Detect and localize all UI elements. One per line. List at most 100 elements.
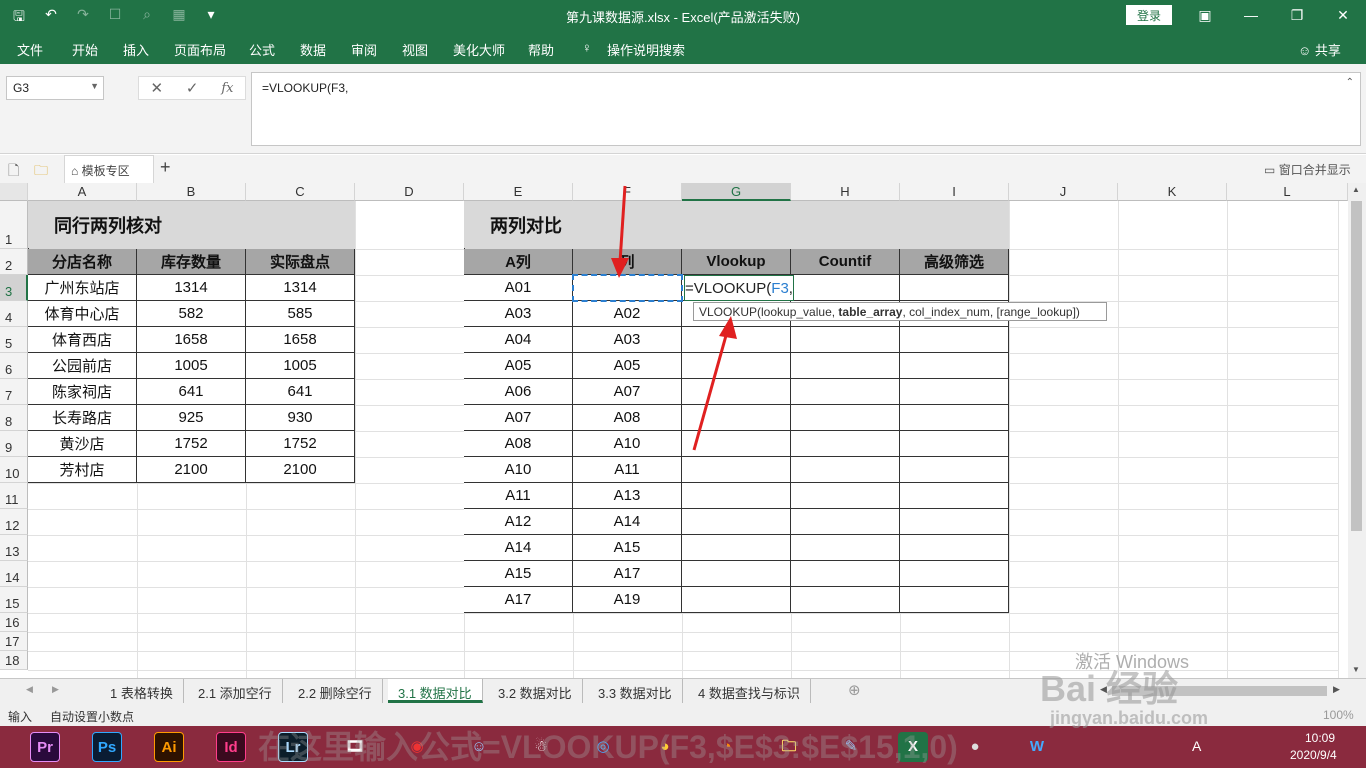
scroll-thumb[interactable] xyxy=(1351,201,1362,531)
indesign-icon[interactable]: Id xyxy=(216,732,246,762)
table2-cell-i[interactable] xyxy=(900,275,1009,301)
table1-cell[interactable]: 582 xyxy=(137,301,246,327)
table2-cell-i[interactable] xyxy=(900,327,1009,353)
table1-cell[interactable]: 1658 xyxy=(246,327,355,353)
tab-data[interactable]: 数据 xyxy=(300,40,326,59)
table2-cell-i[interactable] xyxy=(900,535,1009,561)
table2-cell-g[interactable] xyxy=(682,379,791,405)
table2-cell-i[interactable] xyxy=(900,509,1009,535)
wps-icon[interactable]: W xyxy=(1022,732,1052,762)
restore-icon[interactable]: ❐ xyxy=(1274,0,1320,32)
table2-cell-i[interactable] xyxy=(900,483,1009,509)
table2-cell-g[interactable] xyxy=(682,327,791,353)
row-header-13[interactable]: 13 xyxy=(0,535,28,561)
col-header-k[interactable]: K xyxy=(1118,183,1227,201)
tooltip-rest[interactable]: , col_index_num, [range_lookup]) xyxy=(902,305,1079,319)
table1-cell[interactable]: 公园前店 xyxy=(28,353,137,379)
table2-cell-e[interactable]: A14 xyxy=(464,535,573,561)
table2-cell-e[interactable]: A01 xyxy=(464,275,573,301)
table2-cell-f[interactable]: A02 xyxy=(573,301,682,327)
scroll-down-icon[interactable]: ▼ xyxy=(1352,665,1360,674)
cell-editor-g3[interactable]: =VLOOKUP(F3, xyxy=(684,275,794,301)
col-header-l[interactable]: L xyxy=(1227,183,1348,201)
tab-help[interactable]: 帮助 xyxy=(528,40,554,59)
table2-cell-i[interactable] xyxy=(900,431,1009,457)
name-box[interactable]: G3 ▼ xyxy=(6,76,104,100)
table1-cell[interactable]: 体育中心店 xyxy=(28,301,137,327)
table2-cell-i[interactable] xyxy=(900,561,1009,587)
spreadsheet-grid[interactable]: A B C D E F G H I J K L 1 2 3 4 5 6 7 8 … xyxy=(0,183,1366,678)
table2-cell-h[interactable] xyxy=(791,535,900,561)
row-header-3[interactable]: 3 xyxy=(0,275,28,301)
table1-cell[interactable]: 930 xyxy=(246,405,355,431)
table2-cell-i[interactable] xyxy=(900,457,1009,483)
row-header-4[interactable]: 4 xyxy=(0,301,28,327)
table2-cell-f[interactable]: A14 xyxy=(573,509,682,535)
col-header-i[interactable]: I xyxy=(900,183,1009,201)
table2-cell-e[interactable]: A06 xyxy=(464,379,573,405)
table1-header-branch-name[interactable]: 分店名称 xyxy=(28,249,137,275)
row-header-11[interactable]: 11 xyxy=(0,483,28,509)
table2-cell-g[interactable] xyxy=(682,431,791,457)
table1-cell[interactable]: 1752 xyxy=(246,431,355,457)
table1-cell[interactable]: 925 xyxy=(137,405,246,431)
row-header-16[interactable]: 16 xyxy=(0,613,28,632)
table2-cell-h[interactable] xyxy=(791,275,900,301)
sheet-tab[interactable]: 4 数据查找与标识 xyxy=(688,679,811,703)
row-header-9[interactable]: 9 xyxy=(0,431,28,457)
table2-cell-e[interactable]: A04 xyxy=(464,327,573,353)
table2-cell-g[interactable] xyxy=(682,509,791,535)
table2-cell-f[interactable]: A13 xyxy=(573,483,682,509)
sheet-tab[interactable]: 3.1 数据对比 xyxy=(388,679,483,703)
minimize-icon[interactable]: — xyxy=(1228,0,1274,32)
tab-template-zone[interactable]: ⌂ 模板专区 xyxy=(64,155,154,183)
add-sheet-icon[interactable]: ⊕ xyxy=(848,681,861,699)
tell-me-search[interactable]: 操作说明搜索 xyxy=(607,40,685,59)
table2-cell-f[interactable]: A11 xyxy=(573,457,682,483)
table2-cell-f[interactable]: A05 xyxy=(573,353,682,379)
table1-header-actual-count[interactable]: 实际盘点 xyxy=(246,249,355,275)
table2-cell-g[interactable] xyxy=(682,457,791,483)
row-header-10[interactable]: 10 xyxy=(0,457,28,483)
table2-cell-h[interactable] xyxy=(791,561,900,587)
tab-file[interactable]: 文件 xyxy=(17,40,43,59)
table1-cell[interactable]: 1005 xyxy=(137,353,246,379)
row-header-17[interactable]: 17 xyxy=(0,632,28,651)
table1-title[interactable]: 同行两列核对 xyxy=(28,201,355,249)
table1-cell[interactable]: 641 xyxy=(246,379,355,405)
row-header-7[interactable]: 7 xyxy=(0,379,28,405)
merge-window-button[interactable]: ▭ 窗口合并显示 xyxy=(1264,161,1351,178)
table2-cell-g[interactable] xyxy=(682,353,791,379)
row-header-5[interactable]: 5 xyxy=(0,327,28,353)
tab-beautify[interactable]: 美化大师 xyxy=(453,40,505,59)
music-player-icon[interactable]: ● xyxy=(960,732,990,762)
zoom-level[interactable]: 100% xyxy=(1323,708,1354,722)
table2-cell-g[interactable] xyxy=(682,483,791,509)
table2-cell-f[interactable]: A17 xyxy=(573,561,682,587)
row-header-18[interactable]: 18 xyxy=(0,651,28,670)
tooltip-arg2[interactable]: table_array xyxy=(838,305,902,319)
table2-cell-e[interactable]: A05 xyxy=(464,353,573,379)
table2-cell-e[interactable]: A11 xyxy=(464,483,573,509)
new-doc-icon[interactable]: 🗋 xyxy=(8,160,19,184)
illustrator-icon[interactable]: Ai xyxy=(154,732,184,762)
hscroll-right-icon[interactable]: ▶ xyxy=(1333,684,1340,695)
sheet-tab[interactable]: 2.1 添加空行 xyxy=(188,679,283,703)
table1-cell[interactable]: 芳村店 xyxy=(28,457,137,483)
clock-date[interactable]: 2020/9/4 xyxy=(1290,748,1337,762)
table2-cell-e[interactable]: A07 xyxy=(464,405,573,431)
table2-cell-h[interactable] xyxy=(791,509,900,535)
tab-view[interactable]: 视图 xyxy=(402,40,428,59)
ribbon-display-icon[interactable]: ▣ xyxy=(1182,0,1228,32)
table2-cell-e[interactable]: A10 xyxy=(464,457,573,483)
table2-cell-h[interactable] xyxy=(791,483,900,509)
table2-cell-h[interactable] xyxy=(791,353,900,379)
table2-cell-f[interactable]: A07 xyxy=(573,379,682,405)
enter-icon[interactable]: ✓ xyxy=(186,79,199,97)
table2-cell-f[interactable]: A10 xyxy=(573,431,682,457)
clock-time[interactable]: 10:09 xyxy=(1305,731,1335,745)
tab-page-layout[interactable]: 页面布局 xyxy=(174,40,226,59)
table1-cell[interactable]: 1314 xyxy=(246,275,355,301)
table2-cell-f[interactable]: A08 xyxy=(573,405,682,431)
col-header-f[interactable]: F xyxy=(573,183,682,201)
